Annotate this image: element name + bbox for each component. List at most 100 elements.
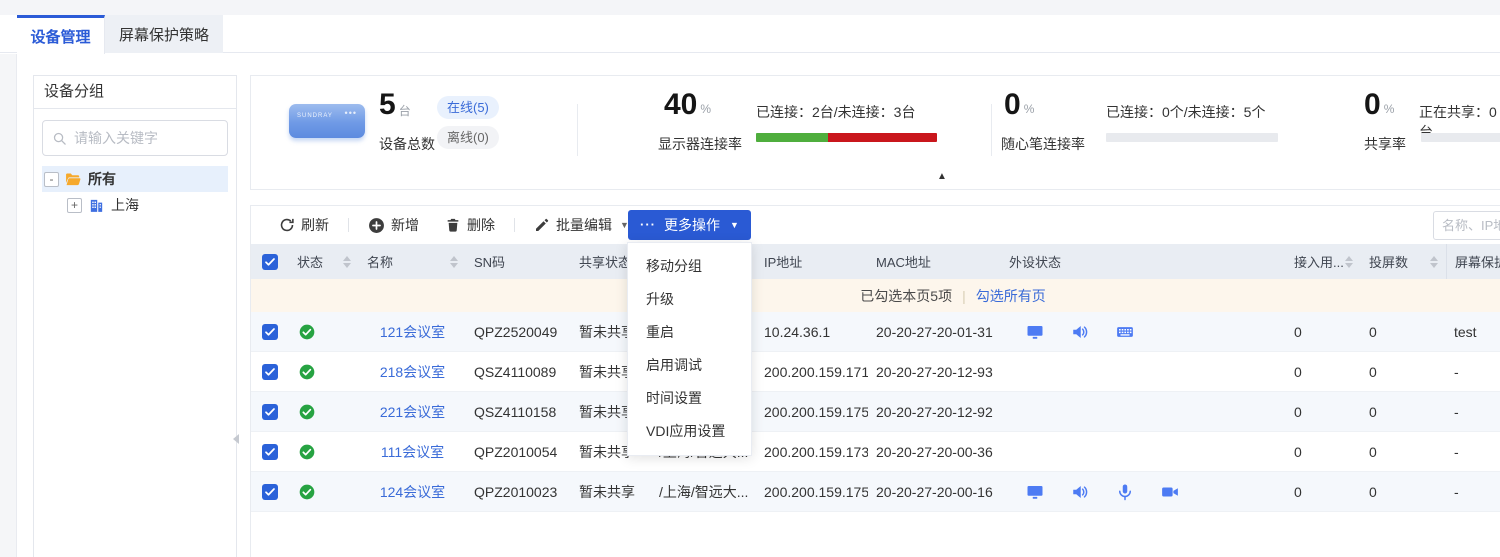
sort-icon[interactable] bbox=[1345, 256, 1353, 268]
row-checkbox-cell bbox=[251, 472, 289, 512]
row-checkbox[interactable] bbox=[262, 364, 278, 380]
column-label: 屏幕保护 bbox=[1455, 252, 1500, 271]
group-search-input[interactable] bbox=[74, 130, 218, 146]
peripherals-cell bbox=[1001, 312, 1286, 352]
column-header[interactable]: 名称 bbox=[359, 244, 466, 279]
mac-address-cell: 20-20-27-20-12-92 bbox=[868, 392, 1001, 432]
group-search-box[interactable] bbox=[42, 120, 228, 156]
column-label: SN码 bbox=[474, 252, 505, 271]
device-name-link[interactable]: 221会议室 bbox=[380, 402, 445, 422]
table-search-input[interactable] bbox=[1442, 218, 1500, 233]
top-strip bbox=[0, 0, 1500, 15]
expand-expander-icon[interactable]: + bbox=[67, 198, 82, 213]
stats-panel: SUNDRAY ••• 5台 设备总数 在线(5) 离线(0) 40% 显示器连… bbox=[250, 75, 1500, 190]
share-status-cell: 暂未共享 bbox=[571, 472, 651, 512]
collapse-expander-icon[interactable]: - bbox=[44, 172, 59, 187]
share-rate-value: 0% bbox=[1364, 90, 1394, 120]
share-progress-bar bbox=[1421, 133, 1500, 142]
online-status-icon bbox=[299, 444, 315, 460]
column-label: 外设状态 bbox=[1009, 252, 1061, 271]
stats-divider bbox=[577, 104, 578, 156]
menu-item[interactable]: VDI应用设置 bbox=[628, 415, 751, 448]
column-label: 共享状态 bbox=[579, 252, 631, 271]
menu-item[interactable]: 升级 bbox=[628, 283, 751, 316]
column-header[interactable]: 投屏数 bbox=[1361, 244, 1446, 279]
column-header[interactable]: 状态 bbox=[289, 244, 359, 279]
device-illustration: SUNDRAY ••• bbox=[289, 104, 365, 138]
row-name-cell: 221会议室 bbox=[359, 392, 466, 432]
row-checkbox[interactable] bbox=[262, 324, 278, 340]
row-status-cell bbox=[289, 472, 359, 512]
row-checkbox[interactable] bbox=[262, 484, 278, 500]
delete-button[interactable]: 删除 bbox=[445, 215, 495, 235]
sn-code-cell: QPZ2010023 bbox=[466, 472, 571, 512]
batch-edit-button[interactable]: 批量编辑 ▼ bbox=[534, 215, 629, 235]
table-toolbar: 刷新 新增 删除 批量编辑 ▼ ··· 更多操作 ▼ bbox=[251, 206, 1500, 244]
share-rate-label: 共享率 bbox=[1364, 134, 1406, 154]
tab-screen-protection-policy[interactable]: 屏幕保护策略 bbox=[105, 15, 223, 53]
menu-item[interactable]: 移动分组 bbox=[628, 250, 751, 283]
monitor-icon bbox=[1026, 323, 1044, 341]
menu-item[interactable]: 重启 bbox=[628, 316, 751, 349]
select-all-checkbox[interactable] bbox=[262, 254, 278, 270]
menu-item[interactable]: 启用调试 bbox=[628, 349, 751, 382]
table-header-row: 状态名称SN码共享状态IP地址MAC地址外设状态接入用...投屏数屏幕保护 bbox=[251, 244, 1500, 279]
peripherals-cell bbox=[1001, 432, 1286, 472]
sidebar-collapse-handle[interactable] bbox=[233, 431, 241, 447]
pen-rate-value: 0% bbox=[1004, 90, 1034, 120]
table-search-box[interactable] bbox=[1433, 211, 1500, 240]
more-operations-button[interactable]: ··· 更多操作 ▼ bbox=[628, 210, 751, 240]
offline-badge[interactable]: 离线(0) bbox=[437, 126, 499, 149]
access-users-cell: 0 bbox=[1286, 392, 1361, 432]
column-header: 外设状态 bbox=[1001, 244, 1286, 279]
menu-item[interactable]: 时间设置 bbox=[628, 382, 751, 415]
row-checkbox[interactable] bbox=[262, 444, 278, 460]
access-users-cell: 0 bbox=[1286, 352, 1361, 392]
column-header[interactable]: 接入用... bbox=[1286, 244, 1361, 279]
online-status-icon bbox=[299, 404, 315, 420]
pen-detail-text: 已连接：0个/未连接：5个 bbox=[1106, 102, 1265, 122]
screen-protect-cell: - bbox=[1446, 432, 1500, 472]
sort-icon[interactable] bbox=[343, 256, 351, 268]
device-group-tree: - 所有 + 上海 bbox=[34, 164, 236, 220]
tab-device-management[interactable]: 设备管理 bbox=[17, 15, 105, 54]
keyboard-icon bbox=[1116, 323, 1134, 341]
tree-item-all[interactable]: - 所有 bbox=[42, 166, 228, 192]
device-name-link[interactable]: 124会议室 bbox=[380, 482, 445, 502]
cast-count-cell: 0 bbox=[1361, 472, 1446, 512]
device-name-link[interactable]: 111会议室 bbox=[381, 442, 444, 462]
stats-collapse-arrow[interactable]: ▲ bbox=[937, 171, 947, 182]
device-name-link[interactable]: 218会议室 bbox=[380, 362, 445, 382]
screen-protect-cell: test bbox=[1446, 312, 1500, 352]
select-all-pages-link[interactable]: 勾选所有页 bbox=[976, 286, 1046, 306]
more-operations-dropdown: 移动分组升级重启启用调试时间设置VDI应用设置 bbox=[627, 242, 752, 456]
stats-divider bbox=[991, 104, 992, 156]
header-checkbox-cell bbox=[251, 244, 289, 279]
mac-address-cell: 20-20-27-20-12-93 bbox=[868, 352, 1001, 392]
tree-item-shanghai[interactable]: + 上海 bbox=[65, 192, 228, 218]
screen-protect-cell: - bbox=[1446, 352, 1500, 392]
online-badge[interactable]: 在线(5) bbox=[437, 96, 499, 119]
row-status-cell bbox=[289, 352, 359, 392]
cast-count-cell: 0 bbox=[1361, 432, 1446, 472]
sort-icon[interactable] bbox=[450, 256, 458, 268]
device-name-link[interactable]: 121会议室 bbox=[380, 322, 445, 342]
row-name-cell: 124会议室 bbox=[359, 472, 466, 512]
add-button[interactable]: 新增 bbox=[368, 215, 419, 235]
row-checkbox[interactable] bbox=[262, 404, 278, 420]
microphone-icon bbox=[1116, 483, 1134, 501]
monitor-detail-text: 已连接：2台/未连接：3台 bbox=[756, 102, 915, 122]
peripherals-cell bbox=[1001, 352, 1286, 392]
row-name-cell: 121会议室 bbox=[359, 312, 466, 352]
ip-address-cell: 200.200.159.173 bbox=[756, 432, 868, 472]
row-status-cell bbox=[289, 432, 359, 472]
sort-icon[interactable] bbox=[1430, 256, 1438, 268]
tree-item-label: 上海 bbox=[111, 195, 139, 215]
table-row: 121会议室QPZ2520049暂未共享10.24.36.120-20-27-2… bbox=[251, 312, 1500, 352]
chevron-down-icon: ▼ bbox=[730, 220, 739, 230]
column-label: 名称 bbox=[367, 252, 393, 271]
refresh-button[interactable]: 刷新 bbox=[279, 215, 329, 235]
row-name-cell: 218会议室 bbox=[359, 352, 466, 392]
online-status-icon bbox=[299, 364, 315, 380]
camera-icon bbox=[1161, 483, 1179, 501]
